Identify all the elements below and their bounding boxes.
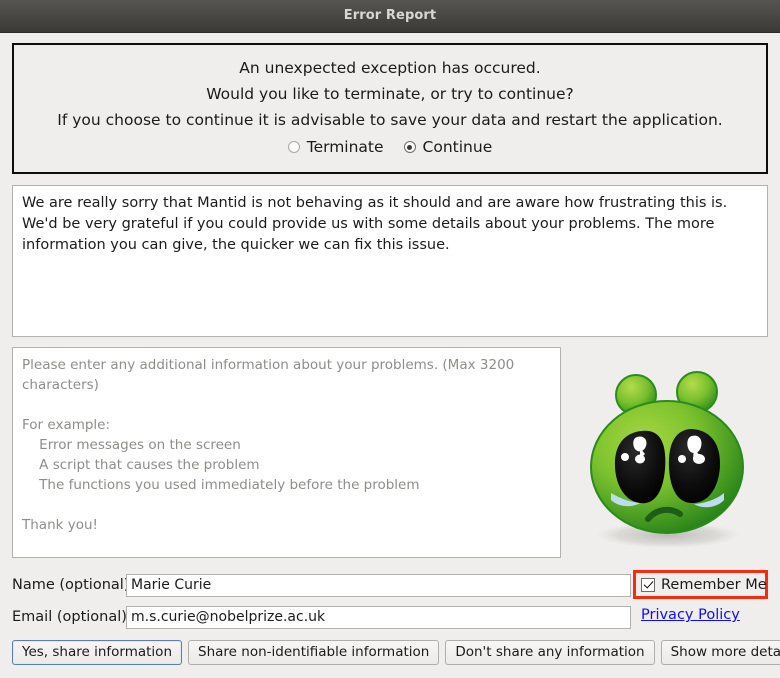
radio-label-terminate: Terminate xyxy=(306,138,384,156)
name-input[interactable] xyxy=(126,573,631,597)
share-non-identifiable-information-button[interactable]: Share non-identifiable information xyxy=(188,640,440,665)
name-label: Name (optional) xyxy=(12,577,130,593)
message-line-2: Would you like to terminate, or try to c… xyxy=(206,85,574,103)
message-line-3: If you choose to continue it is advisabl… xyxy=(57,111,723,129)
radio-option-continue[interactable]: Continue xyxy=(403,138,493,156)
sad-alien-icon xyxy=(566,347,768,558)
email-field-row: Email (optional) xyxy=(12,605,631,629)
additional-details-textarea[interactable]: Please enter any additional information … xyxy=(12,347,561,558)
radio-indicator-continue[interactable] xyxy=(403,141,416,153)
apology-text-box: We are really sorry that Mantid is not b… xyxy=(12,185,768,337)
remember-me-label: Remember Me xyxy=(661,576,767,593)
additional-details-placeholder: Please enter any additional information … xyxy=(22,357,515,533)
remember-me-highlight: Remember Me xyxy=(633,570,768,599)
radio-indicator-terminate[interactable] xyxy=(287,141,300,153)
eye-highlight-left-4 xyxy=(635,454,645,464)
eye-highlight-right-4 xyxy=(693,454,705,464)
dialog-button-bar: Yes, share information Share non-identif… xyxy=(12,640,780,665)
email-input[interactable] xyxy=(126,605,631,629)
message-line-1: An unexpected exception has occured. xyxy=(239,59,541,77)
remember-me-checkbox[interactable] xyxy=(641,577,655,592)
alien-head xyxy=(590,400,744,534)
privacy-policy-link[interactable]: Privacy Policy xyxy=(641,607,740,623)
eye-highlight-right-3 xyxy=(678,455,686,463)
email-label: Email (optional) xyxy=(12,609,127,625)
action-radio-group: Terminate Continue xyxy=(14,138,766,156)
yes-share-information-button[interactable]: Yes, share information xyxy=(12,640,183,665)
dont-share-any-information-button[interactable]: Don't share any information xyxy=(445,640,655,665)
error-report-dialog: Error Report An unexpected exception has… xyxy=(0,0,780,678)
exception-message-panel: An unexpected exception has occured. Wou… xyxy=(12,43,768,174)
radio-option-terminate[interactable]: Terminate xyxy=(287,138,384,156)
show-more-details-button[interactable]: Show more details xyxy=(660,640,780,665)
window-title: Error Report xyxy=(343,8,437,23)
radio-label-continue: Continue xyxy=(422,138,493,156)
name-field-row: Name (optional) xyxy=(12,573,631,597)
eye-highlight-left-3 xyxy=(621,453,629,461)
title-bar: Error Report xyxy=(0,0,780,33)
apology-text: We are really sorry that Mantid is not b… xyxy=(22,195,728,253)
